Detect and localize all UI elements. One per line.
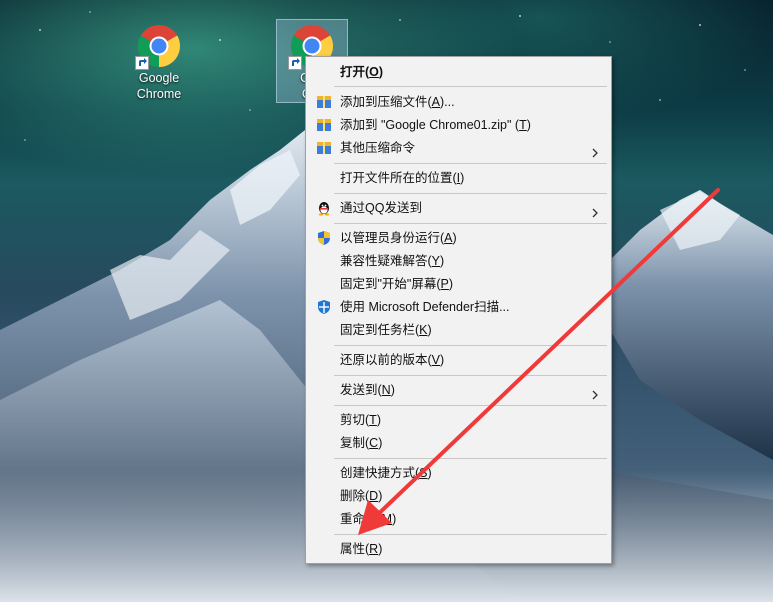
- menu-item-send-to[interactable]: 发送到(N): [309, 379, 608, 401]
- menu-separator: [334, 458, 607, 459]
- shortcut-arrow-icon: [288, 56, 302, 70]
- menu-item-add-to-archive[interactable]: 添加到压缩文件(A)...: [309, 91, 608, 113]
- archive-icon: [316, 140, 332, 156]
- menu-item-pin-to-taskbar[interactable]: 固定到任务栏(K): [309, 319, 608, 341]
- menu-separator: [334, 375, 607, 376]
- menu-separator: [334, 223, 607, 224]
- menu-separator: [334, 534, 607, 535]
- menu-item-add-to-zip[interactable]: 添加到 "Google Chrome01.zip" (T): [309, 114, 608, 136]
- menu-item-delete[interactable]: 删除(D): [309, 485, 608, 507]
- menu-item-cut[interactable]: 剪切(T): [309, 409, 608, 431]
- defender-icon: [316, 299, 332, 315]
- chrome-icon: [135, 22, 183, 70]
- qq-icon: [316, 200, 332, 216]
- menu-item-restore-previous-versions[interactable]: 还原以前的版本(V): [309, 349, 608, 371]
- menu-item-properties[interactable]: 属性(R): [309, 538, 608, 560]
- menu-item-troubleshoot-compatibility[interactable]: 兼容性疑难解答(Y): [309, 250, 608, 272]
- menu-separator: [334, 163, 607, 164]
- chevron-right-icon: [590, 203, 600, 218]
- desktop-icon-label: Google: [138, 71, 180, 85]
- desktop-icon-label: Chrome: [136, 87, 182, 101]
- archive-icon: [316, 94, 332, 110]
- menu-item-scan-with-defender[interactable]: 使用 Microsoft Defender扫描...: [309, 296, 608, 318]
- uac-shield-icon: [316, 230, 332, 246]
- menu-item-open-file-location[interactable]: 打开文件所在的位置(I): [309, 167, 608, 189]
- menu-item-create-shortcut[interactable]: 创建快捷方式(S): [309, 462, 608, 484]
- menu-item-other-compress-commands[interactable]: 其他压缩命令: [309, 137, 608, 159]
- menu-item-open[interactable]: 打开(O): [309, 61, 608, 83]
- menu-separator: [334, 345, 607, 346]
- context-menu: 打开(O) 添加到压缩文件(A)... 添加到 "Google Chrome01…: [305, 56, 612, 564]
- menu-item-pin-to-start[interactable]: 固定到"开始"屏幕(P): [309, 273, 608, 295]
- menu-separator: [334, 86, 607, 87]
- menu-separator: [334, 193, 607, 194]
- shortcut-arrow-icon: [135, 56, 149, 70]
- desktop-icon-google-chrome[interactable]: Google Chrome: [124, 20, 194, 102]
- menu-item-copy[interactable]: 复制(C): [309, 432, 608, 454]
- chevron-right-icon: [590, 385, 600, 400]
- menu-item-send-via-qq[interactable]: 通过QQ发送到: [309, 197, 608, 219]
- archive-icon: [316, 117, 332, 133]
- menu-separator: [334, 405, 607, 406]
- menu-item-run-as-administrator[interactable]: 以管理员身份运行(A): [309, 227, 608, 249]
- menu-item-rename[interactable]: 重命名(M): [309, 508, 608, 530]
- chevron-right-icon: [590, 143, 600, 158]
